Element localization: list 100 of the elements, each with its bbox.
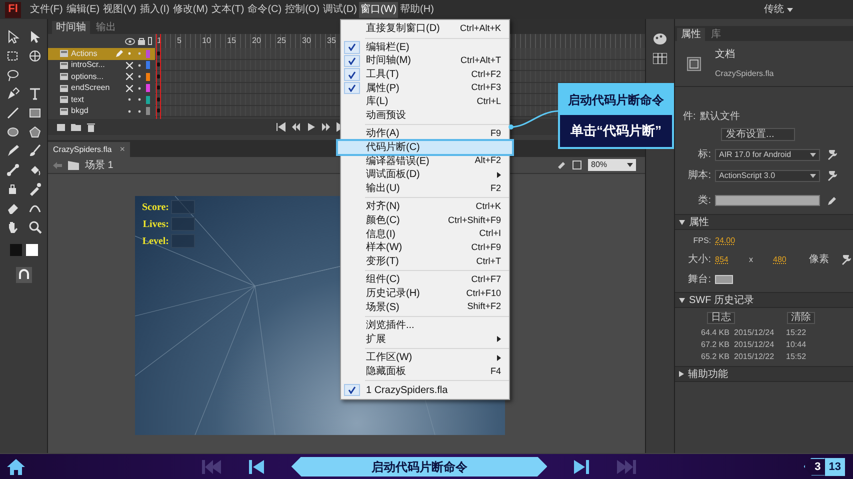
visible-dot-icon[interactable] [126, 96, 133, 104]
visible-dot-icon[interactable] [126, 108, 133, 115]
stage-color-swatch[interactable] [715, 275, 733, 284]
playhead[interactable] [156, 34, 161, 119]
menu-item[interactable]: 编译器错误(E) Alt+F2 [341, 154, 509, 168]
layer-color-swatch[interactable] [146, 50, 150, 58]
play-icon[interactable] [306, 122, 316, 132]
menu-item[interactable]: 插入(I) [138, 2, 170, 18]
fit-stage-icon[interactable] [572, 160, 582, 170]
lock-dot-icon[interactable] [136, 96, 143, 104]
menu-item[interactable]: 窗口(W) [359, 2, 398, 18]
layer-row[interactable]: endScreen [48, 82, 155, 94]
menu-item[interactable]: 隐藏面板 F4 [341, 364, 509, 378]
section-header[interactable]: SWF 历史记录 [675, 293, 853, 308]
history-button[interactable]: 清除 [787, 312, 815, 324]
stroke-color-icon[interactable] [10, 244, 22, 256]
outline-icon[interactable] [148, 37, 152, 45]
edit-symbol-icon[interactable] [556, 160, 566, 170]
layer-row[interactable]: introScr... [48, 60, 155, 71]
section-header[interactable]: 属性 [675, 215, 853, 230]
menu-item[interactable]: 编辑(E) [65, 2, 101, 18]
target-dropdown[interactable]: AIR 17.0 for Android [715, 148, 820, 160]
menu-item[interactable]: 组件(C) Ctrl+F7 [341, 273, 509, 287]
line-icon[interactable] [4, 105, 20, 121]
layer-row[interactable]: bkgd [48, 106, 155, 117]
fill-color-icon[interactable] [26, 244, 38, 256]
folder-icon[interactable] [71, 122, 81, 132]
menu-item[interactable]: 控制(O) [284, 2, 321, 18]
layer-row[interactable]: text [48, 94, 155, 106]
menu-item[interactable]: 样本(W) Ctrl+F9 [341, 240, 509, 254]
menu-item[interactable]: 时间轴(M) Ctrl+Alt+T [341, 54, 509, 68]
height-value[interactable]: 480 [773, 254, 805, 266]
hidden-x-icon[interactable] [126, 84, 133, 92]
panel-tab[interactable]: 属性 [677, 28, 705, 41]
menu-item[interactable]: 命令(C) [246, 2, 283, 18]
menu-item[interactable]: 编辑栏(E) [341, 40, 509, 54]
menu-item[interactable]: 场景(S) Shift+F2 [341, 300, 509, 314]
menu-item[interactable]: 帮助(H) [399, 2, 435, 18]
step-forward-icon[interactable] [321, 122, 331, 132]
hidden-x-icon[interactable] [126, 62, 133, 69]
palette-icon[interactable] [653, 33, 667, 45]
home-icon[interactable] [7, 458, 25, 474]
menu-item[interactable]: 代码片断(C) [338, 140, 512, 154]
step-back-icon[interactable] [291, 122, 301, 132]
close-tab-button[interactable]: × [120, 145, 125, 154]
menu-item[interactable]: 属性(P) Ctrl+F3 [341, 81, 509, 95]
panel-tab[interactable]: 时间轴 [52, 21, 90, 34]
fps-value[interactable]: 24.00 [715, 235, 736, 247]
pencil-icon[interactable] [827, 196, 837, 206]
menu-item[interactable]: 变形(T) Ctrl+T [341, 254, 509, 268]
publish-settings-button[interactable]: 发布设置... [721, 128, 795, 141]
rotate-3d-icon[interactable] [26, 48, 42, 64]
menu-item[interactable]: 工具(T) Ctrl+F2 [341, 68, 509, 82]
wrench-icon[interactable] [827, 170, 837, 180]
layer-color-swatch[interactable] [146, 96, 150, 104]
menu-item[interactable]: 动作(A) F9 [341, 127, 509, 141]
grid-panel-icon[interactable] [653, 53, 667, 64]
menu-item[interactable]: 浏览插件... [341, 318, 509, 332]
menu-item[interactable]: 信息(I) Ctrl+I [341, 227, 509, 241]
layer-color-swatch[interactable] [146, 84, 150, 92]
class-field[interactable] [715, 195, 820, 206]
menu-item[interactable]: 对齐(N) Ctrl+K [341, 200, 509, 214]
trash-icon[interactable] [86, 122, 96, 132]
document-tab[interactable]: CrazySpiders.fla × [48, 142, 130, 157]
menu-item[interactable]: 输出(U) F2 [341, 182, 509, 196]
lock-dot-icon[interactable] [136, 108, 143, 115]
menu-item[interactable]: 扩展 [341, 332, 509, 346]
menu-item[interactable]: 颜色(C) Ctrl+Shift+F9 [341, 214, 509, 228]
new-layer-icon[interactable] [56, 122, 66, 132]
menu-item[interactable]: 文本(T) [210, 2, 246, 18]
menu-item[interactable]: 文件(F) [29, 2, 64, 18]
history-button[interactable]: 日志 [707, 312, 735, 324]
wrench-icon[interactable] [841, 254, 851, 264]
lock-dot-icon[interactable] [136, 62, 143, 69]
menu-item[interactable]: 库(L) Ctrl+L [341, 94, 509, 109]
layer-row[interactable]: options... [48, 71, 155, 82]
lock-dot-icon[interactable] [136, 84, 143, 92]
bone-icon[interactable] [4, 162, 20, 178]
menu-item[interactable]: 视图(V) [102, 2, 138, 18]
section-header[interactable]: 辅助功能 [675, 367, 853, 382]
layer-color-swatch[interactable] [146, 72, 150, 81]
hidden-x-icon[interactable] [126, 73, 133, 80]
menu-item[interactable]: 动画预设 [341, 108, 509, 122]
zoom-dropdown[interactable]: 80% [588, 159, 636, 171]
visible-dot-icon[interactable] [126, 50, 133, 58]
snap-magnet-icon[interactable] [16, 267, 32, 283]
wrench-icon[interactable] [827, 150, 837, 160]
menu-item[interactable]: 修改(M) [172, 2, 209, 18]
width-value[interactable]: 854 [715, 254, 745, 266]
menu-item[interactable]: 调试(D) [322, 2, 358, 18]
menu-item[interactable]: 历史记录(H) Ctrl+F10 [341, 286, 509, 300]
eye-icon[interactable] [125, 38, 135, 44]
menu-item[interactable]: 直接复制窗口(D) Ctrl+Alt+K [341, 22, 509, 36]
lock-icon[interactable] [138, 37, 145, 45]
panel-tab[interactable]: 输出 [92, 21, 120, 34]
workspace-dropdown[interactable]: 传统 [764, 2, 793, 17]
menu-item[interactable]: 1 CrazySpiders.fla [341, 383, 509, 397]
lock-dot-icon[interactable] [136, 73, 143, 80]
menu-item[interactable]: 调试面板(D) [341, 168, 509, 182]
layer-color-swatch[interactable] [146, 61, 150, 70]
